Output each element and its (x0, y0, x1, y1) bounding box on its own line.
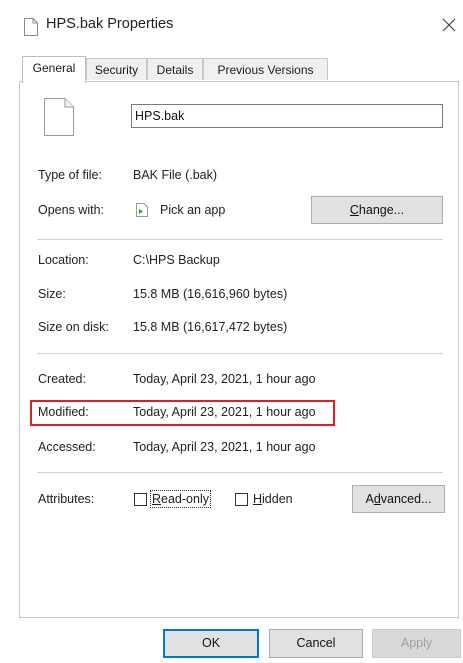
type-label: Type of file: (38, 168, 102, 182)
size-on-disk-value: 15.8 MB (16,617,472 bytes) (133, 320, 288, 334)
advanced-button[interactable]: Advanced... (352, 485, 445, 513)
created-value: Today, April 23, 2021, 1 hour ago (133, 372, 316, 386)
size-on-disk-label: Size on disk: (38, 320, 109, 334)
file-icon (44, 98, 74, 136)
close-icon (442, 18, 455, 32)
readonly-label-key: R (152, 492, 162, 506)
advanced-button-key: d (373, 492, 381, 506)
change-button-key: C (349, 203, 359, 217)
cancel-button[interactable]: Cancel (269, 629, 363, 658)
change-button-post: hange... (358, 203, 405, 217)
readonly-checkbox[interactable] (134, 493, 147, 506)
hidden-label-key: H (253, 492, 263, 506)
app-icon (136, 203, 148, 217)
close-button[interactable] (434, 10, 463, 40)
separator (37, 472, 443, 473)
readonly-label[interactable]: Read-only (150, 490, 211, 508)
size-value: 15.8 MB (16,616,960 bytes) (133, 287, 288, 301)
readonly-label-post: ead-only (161, 492, 209, 506)
accessed-label: Accessed: (38, 440, 96, 454)
hidden-label-post: idden (262, 492, 293, 506)
location-label: Location: (38, 253, 89, 267)
advanced-button-post: vanced... (380, 492, 432, 506)
general-panel (19, 81, 459, 618)
window-title: HPS.bak Properties (46, 16, 174, 32)
attributes-label: Attributes: (38, 492, 95, 506)
filename-input[interactable] (131, 104, 443, 128)
location-value: C:\HPS Backup (133, 253, 220, 267)
hidden-checkbox[interactable] (235, 493, 248, 506)
opens-with-label: Opens with: (38, 203, 105, 217)
title-bar: HPS.bak Properties (0, 0, 463, 50)
change-button[interactable]: Change... (311, 196, 443, 224)
separator (37, 353, 443, 354)
document-icon (24, 18, 38, 36)
ok-button[interactable]: OK (163, 629, 259, 658)
created-label: Created: (38, 372, 86, 386)
accessed-value: Today, April 23, 2021, 1 hour ago (133, 440, 316, 454)
separator (37, 239, 443, 240)
apply-button[interactable]: Apply (372, 629, 461, 658)
size-label: Size: (38, 287, 66, 301)
type-value: BAK File (.bak) (133, 168, 218, 182)
tab-details[interactable]: Details (147, 58, 203, 80)
tab-previous-versions[interactable]: Previous Versions (203, 58, 328, 80)
modified-highlight-box (30, 400, 335, 426)
opens-with-value: Pick an app (160, 203, 226, 217)
tab-security[interactable]: Security (86, 58, 147, 80)
tab-general[interactable]: General (22, 56, 86, 83)
hidden-label[interactable]: Hidden (253, 492, 293, 506)
advanced-button-pre: A (365, 492, 374, 506)
